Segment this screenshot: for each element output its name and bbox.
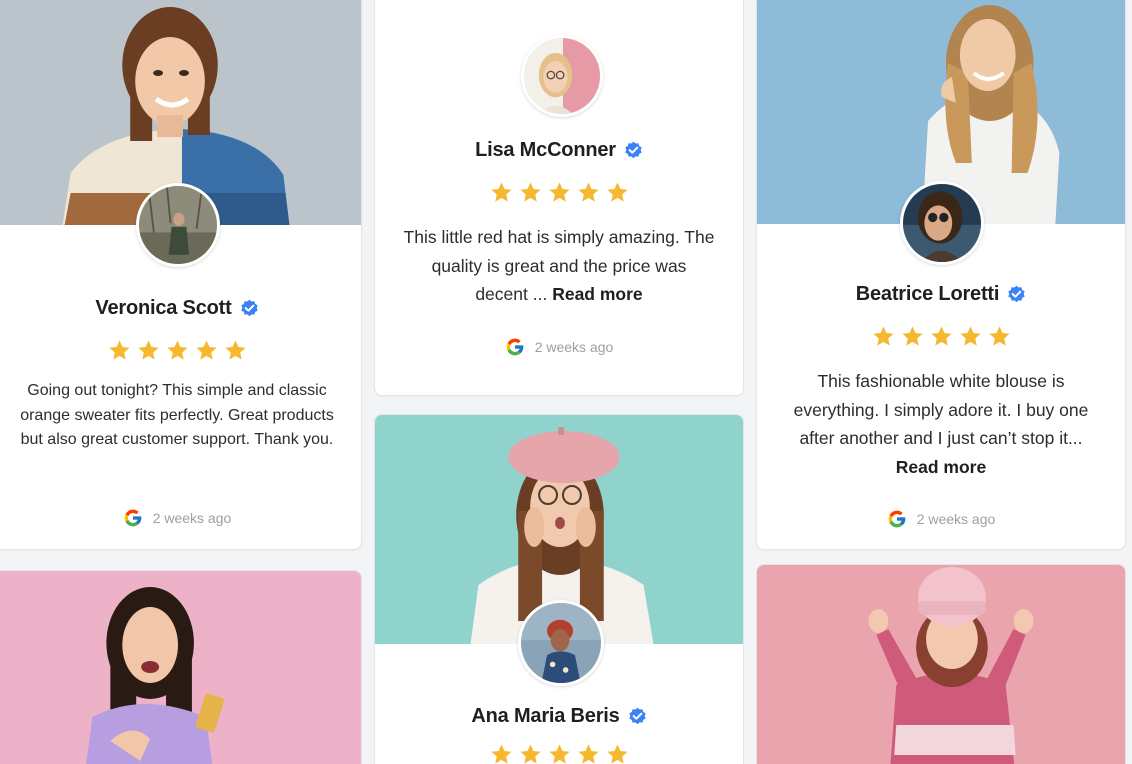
reviewer-name[interactable]: Beatrice Loretti (856, 283, 1000, 306)
google-icon[interactable] (123, 508, 143, 528)
star-icon (959, 326, 981, 346)
reviewer-avatar[interactable] (136, 183, 220, 267)
star-icon (577, 744, 599, 764)
star-icon (490, 182, 512, 202)
star-icon (988, 326, 1010, 346)
star-icon (108, 340, 130, 360)
verified-badge-icon (625, 141, 642, 159)
review-time: 2 weeks ago (534, 339, 614, 355)
review-card-bottom-left (0, 570, 362, 764)
review-photo[interactable] (0, 571, 361, 764)
review-footer: 2 weeks ago (375, 337, 743, 357)
review-body: This fashionable white blouse is everyth… (793, 371, 1089, 448)
review-footer: 2 weeks ago (0, 508, 361, 528)
star-icon (224, 340, 246, 360)
verified-badge-icon (240, 299, 258, 317)
star-icon (606, 182, 628, 202)
review-time: 2 weeks ago (916, 511, 996, 527)
star-icon (872, 326, 894, 346)
review-card-beatrice: Beatrice Loretti This fashionable white … (756, 0, 1126, 550)
review-body: Going out tonight? This simple and class… (20, 382, 334, 448)
reviewer-avatar[interactable] (521, 35, 603, 117)
reviewer-name[interactable]: Ana Maria Beris (471, 705, 619, 728)
star-icon (577, 182, 599, 202)
star-icon (137, 340, 159, 360)
star-rating (375, 181, 743, 204)
star-icon (548, 182, 570, 202)
review-time: 2 weeks ago (152, 510, 232, 526)
reviewer-name-row: Ana Maria Beris (375, 705, 743, 728)
review-photo[interactable] (757, 565, 1125, 764)
read-more-link[interactable]: Read more (896, 457, 986, 477)
star-icon (519, 182, 541, 202)
reviewer-name-row: Beatrice Loretti (757, 283, 1125, 306)
reviews-grid: Veronica Scott Going out tonight? This s… (0, 0, 1132, 764)
star-rating (0, 339, 361, 362)
star-icon (166, 340, 188, 360)
review-text: This fashionable white blouse is everyth… (783, 367, 1099, 481)
review-card-lisa: Lisa McConner This little red hat is sim… (374, 0, 744, 396)
google-icon[interactable] (505, 337, 525, 357)
review-card-bottom-right (756, 564, 1126, 764)
review-footer: 2 weeks ago (757, 509, 1125, 529)
review-text: This little red hat is simply amazing. T… (403, 223, 715, 309)
reviewer-name[interactable]: Veronica Scott (95, 297, 231, 320)
verified-badge-icon (1008, 285, 1025, 303)
reviewer-name-row: Lisa McConner (375, 139, 743, 162)
star-icon (519, 744, 541, 764)
star-icon (490, 744, 512, 764)
google-icon[interactable] (887, 509, 907, 529)
review-card-ana: Ana Maria Beris (374, 414, 744, 764)
verified-badge-icon (628, 707, 646, 725)
reviewer-avatar[interactable] (518, 600, 604, 686)
review-card-veronica: Veronica Scott Going out tonight? This s… (0, 0, 362, 550)
star-icon (548, 744, 570, 764)
star-icon (901, 326, 923, 346)
reviewer-avatar[interactable] (900, 181, 984, 265)
star-rating (757, 325, 1125, 348)
star-rating (375, 743, 743, 764)
reviewer-name[interactable]: Lisa McConner (475, 139, 616, 162)
star-icon (195, 340, 217, 360)
star-icon (606, 744, 628, 764)
read-more-link[interactable]: Read more (552, 284, 642, 304)
review-text: Going out tonight? This simple and class… (11, 379, 343, 453)
reviewer-name-row: Veronica Scott (0, 297, 361, 320)
star-icon (930, 326, 952, 346)
